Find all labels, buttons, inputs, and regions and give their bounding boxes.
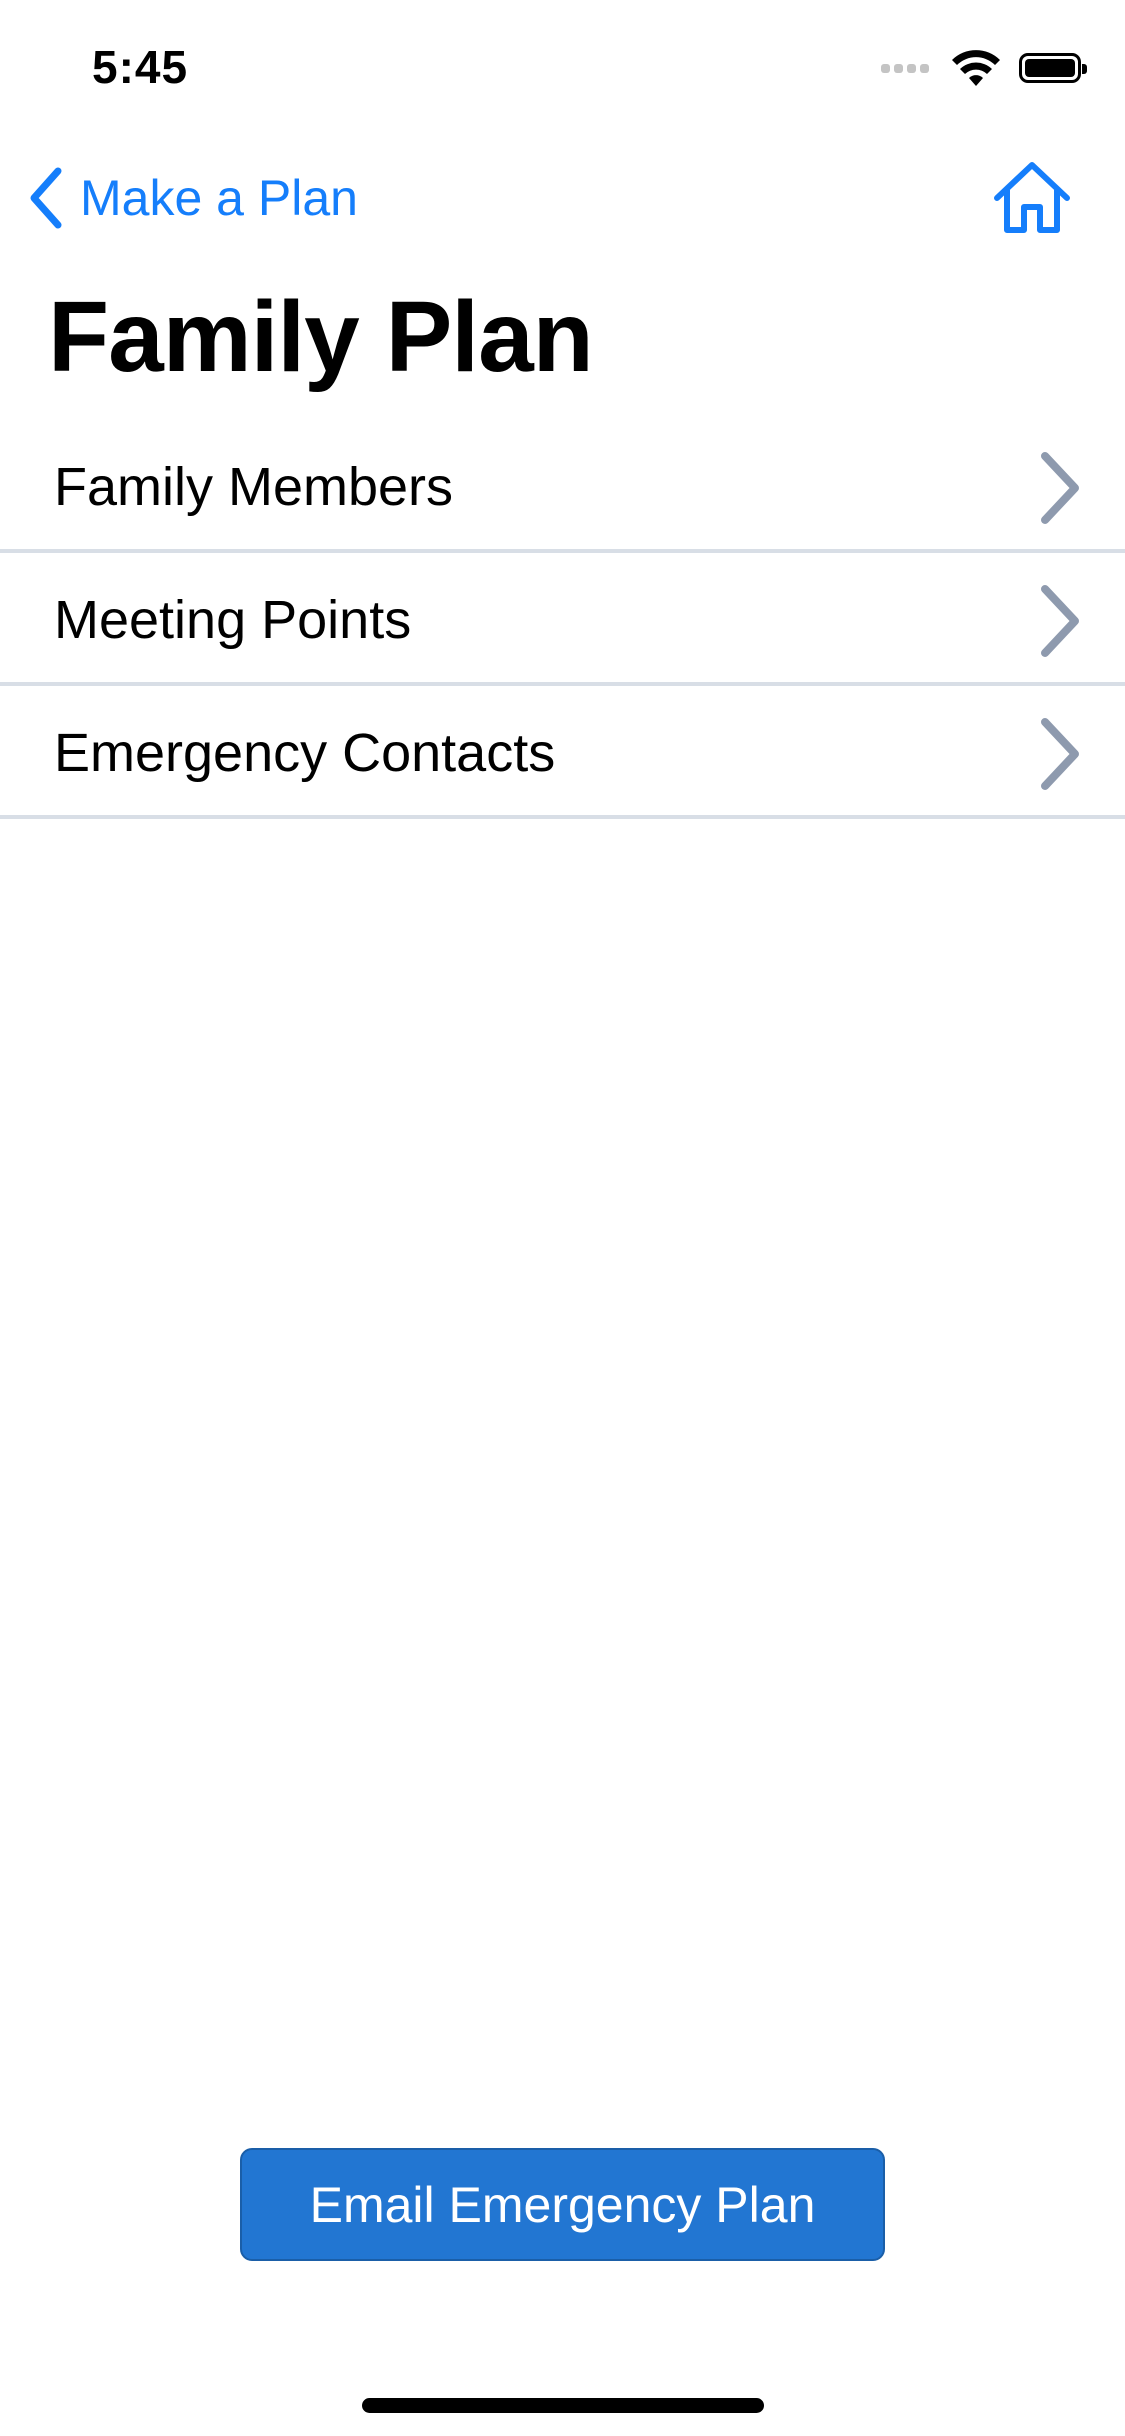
chevron-right-icon <box>1041 718 1079 790</box>
chevron-left-icon <box>30 167 62 229</box>
back-button[interactable]: Make a Plan <box>26 165 358 231</box>
email-emergency-plan-button[interactable]: Email Emergency Plan <box>240 2148 885 2261</box>
battery-icon <box>1019 53 1087 83</box>
status-time: 5:45 <box>92 41 189 93</box>
cellular-signal-icon <box>881 63 933 73</box>
status-icons <box>881 48 1087 88</box>
menu-item-label: Family Members <box>54 457 454 517</box>
menu-item-family-members[interactable]: Family Members <box>0 420 1125 553</box>
screen: 5:45 Make a Plan Family Plan Family Memb… <box>0 0 1125 2436</box>
chevron-right-icon <box>1041 585 1079 657</box>
page-title: Family Plan <box>48 281 594 393</box>
plan-menu-list: Family Members Meeting Points Emergency … <box>0 420 1125 819</box>
home-indicator[interactable] <box>362 2398 764 2413</box>
menu-item-label: Emergency Contacts <box>54 723 556 783</box>
back-label: Make a Plan <box>80 170 358 226</box>
home-icon[interactable] <box>993 160 1071 234</box>
chevron-right-icon <box>1041 452 1079 524</box>
menu-item-meeting-points[interactable]: Meeting Points <box>0 553 1125 686</box>
menu-item-emergency-contacts[interactable]: Emergency Contacts <box>0 686 1125 819</box>
wifi-icon <box>952 50 1000 86</box>
menu-item-label: Meeting Points <box>54 590 412 650</box>
